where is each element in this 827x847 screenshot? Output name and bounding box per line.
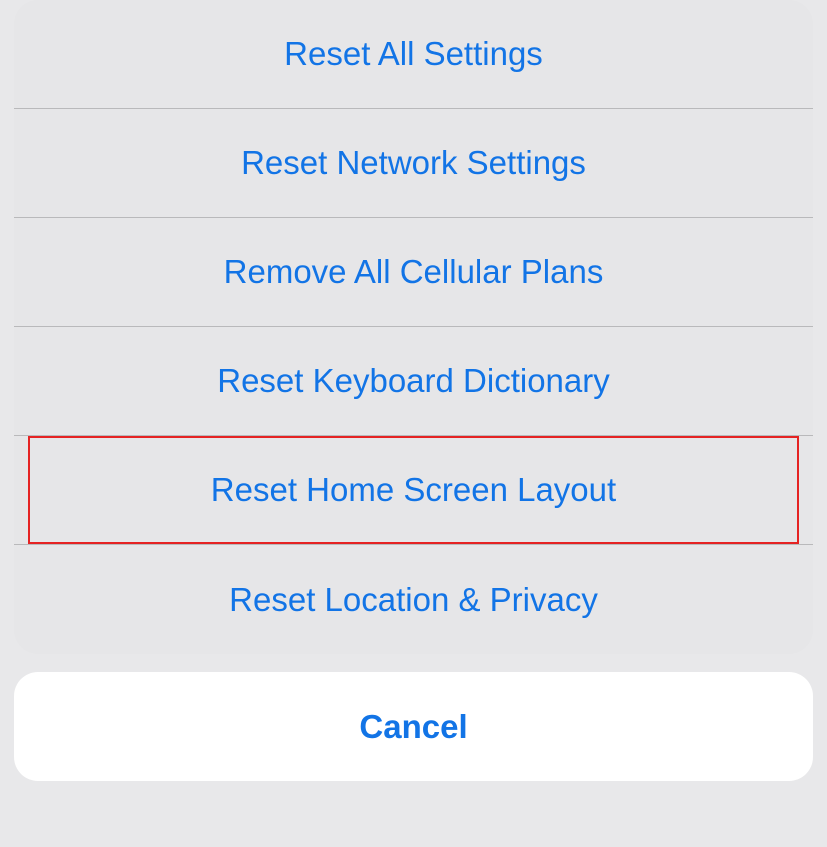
remove-cellular-plans-option[interactable]: Remove All Cellular Plans [14,218,813,327]
option-label: Reset Location & Privacy [229,581,598,619]
reset-all-settings-option[interactable]: Reset All Settings [14,0,813,109]
option-label: Reset Home Screen Layout [211,471,616,509]
reset-location-privacy-option[interactable]: Reset Location & Privacy [14,545,813,654]
option-label: Remove All Cellular Plans [224,253,604,291]
cancel-button[interactable]: Cancel [14,672,813,781]
option-label: Reset Network Settings [241,144,586,182]
spacer [0,654,827,672]
cancel-label: Cancel [359,708,467,746]
option-label: Reset All Settings [284,35,543,73]
reset-home-screen-layout-option[interactable]: Reset Home Screen Layout [14,436,813,545]
reset-action-sheet: Reset All Settings Reset Network Setting… [14,0,813,654]
footer-gap [0,781,827,801]
reset-keyboard-dictionary-option[interactable]: Reset Keyboard Dictionary [14,327,813,436]
reset-network-settings-option[interactable]: Reset Network Settings [14,109,813,218]
option-label: Reset Keyboard Dictionary [217,362,610,400]
